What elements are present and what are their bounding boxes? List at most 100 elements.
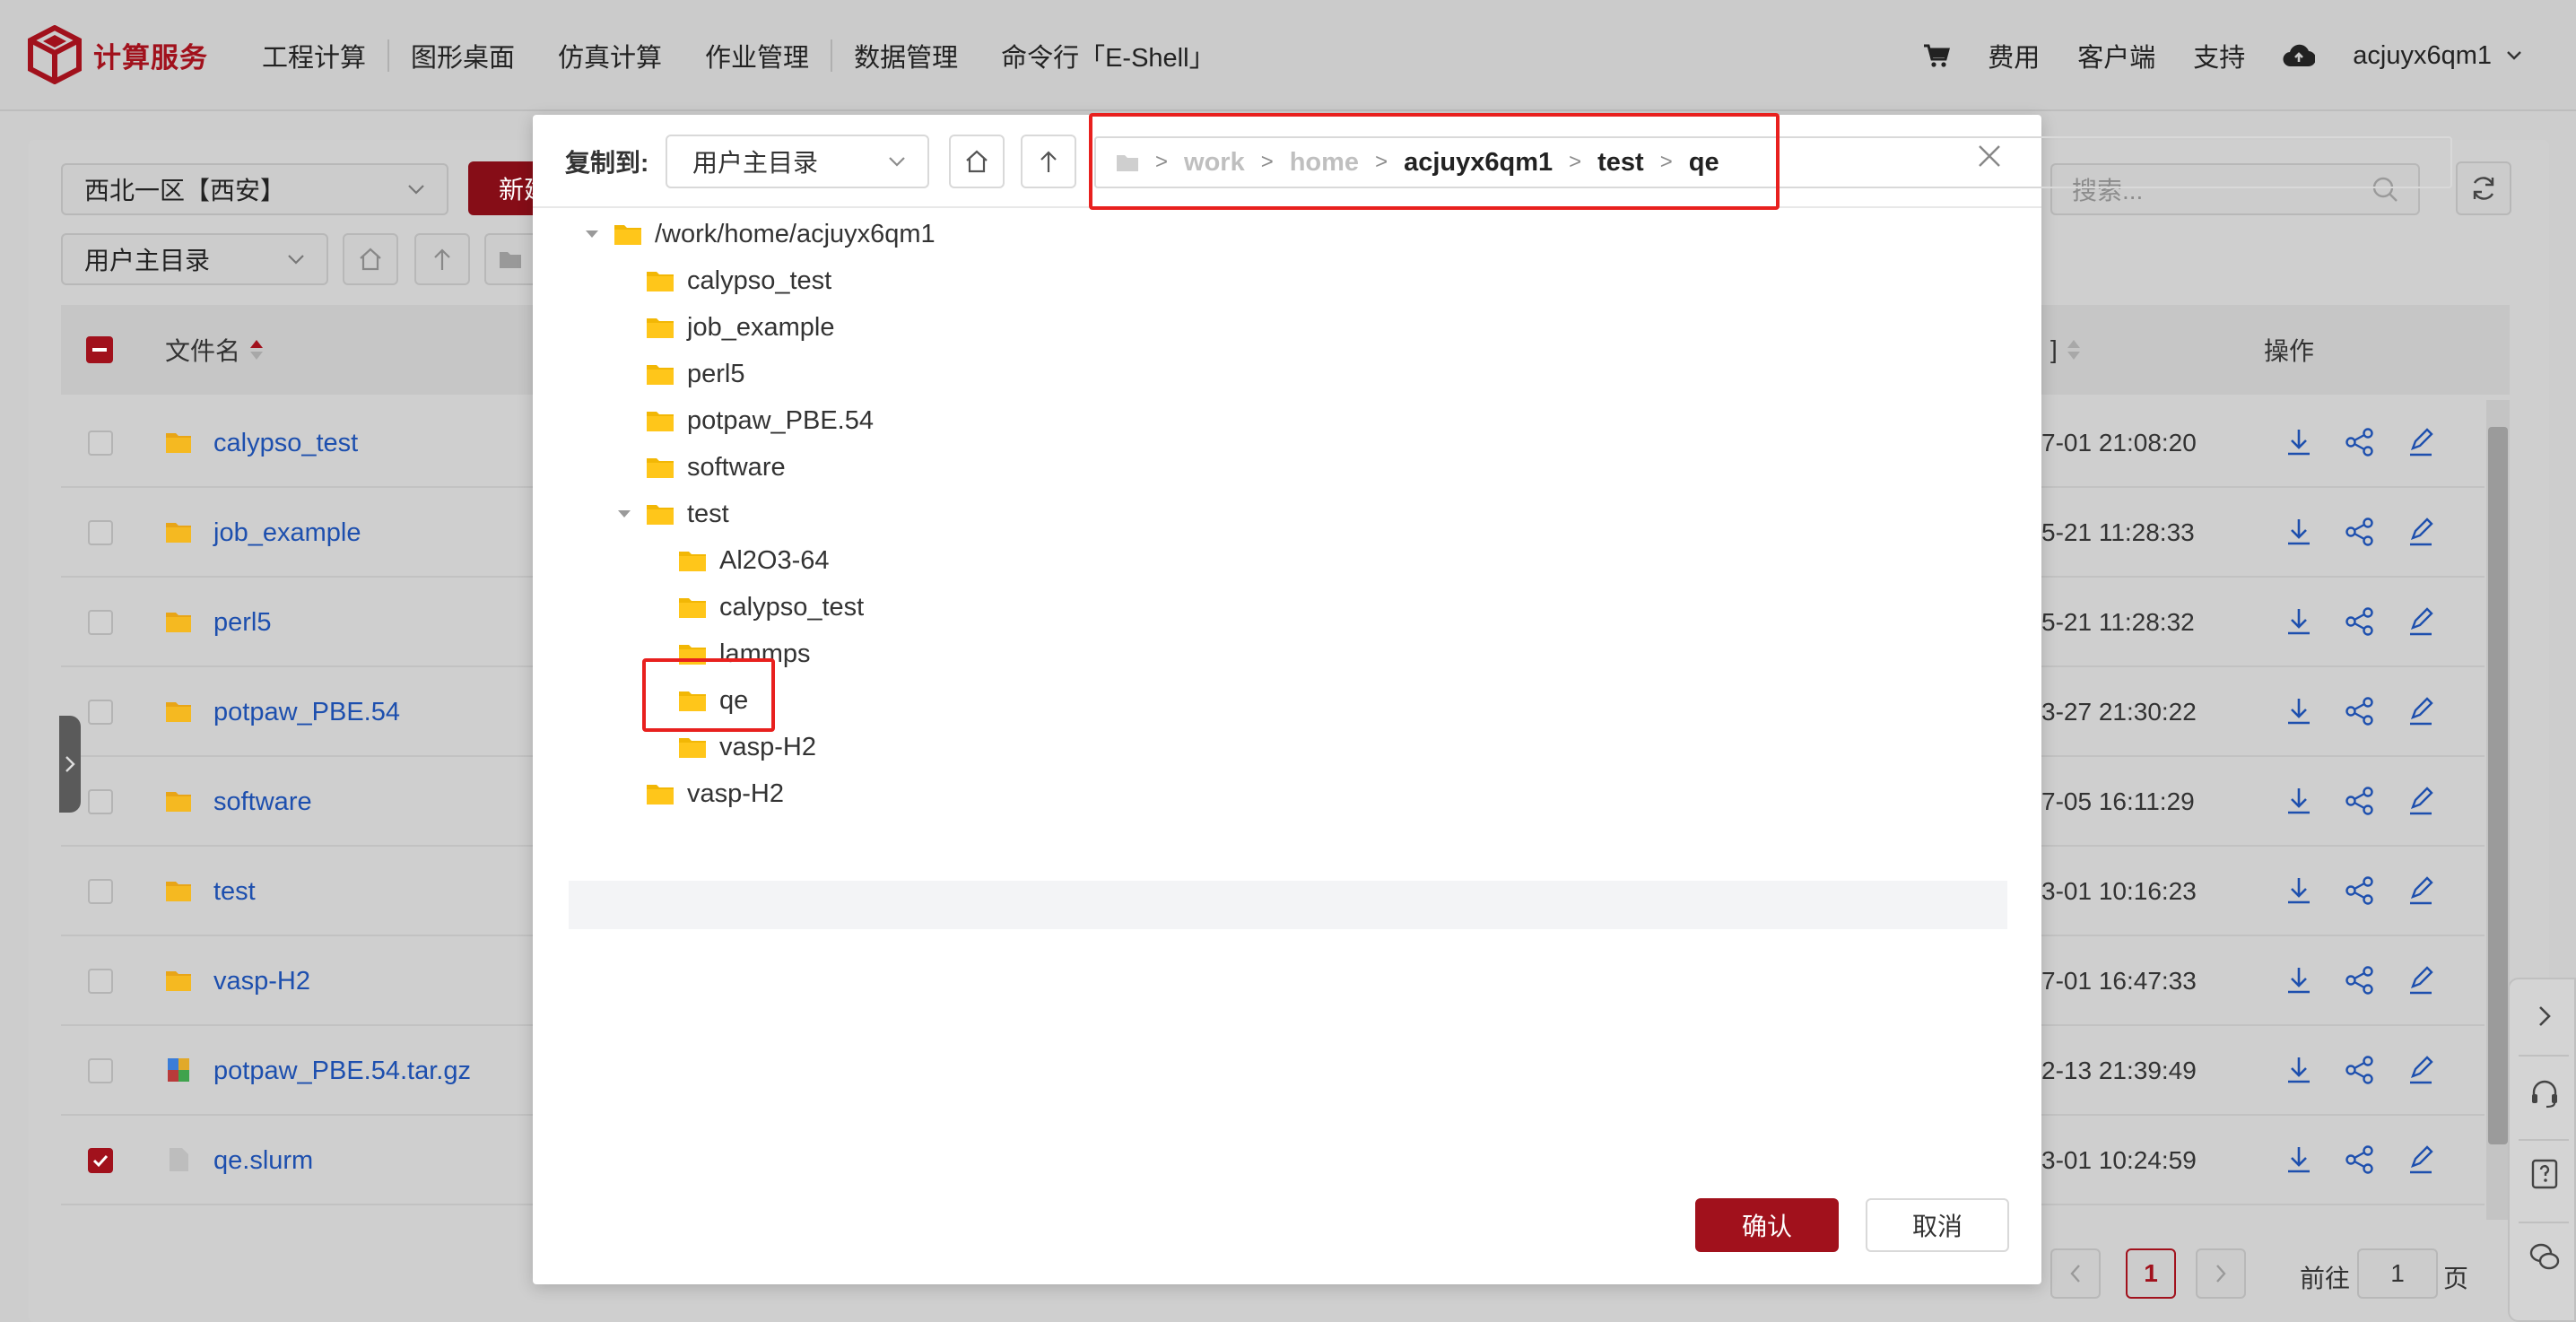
share-icon[interactable]: [2343, 425, 2377, 459]
nav-fee[interactable]: 费用: [1988, 37, 2040, 74]
download-icon[interactable]: [2282, 963, 2316, 997]
tree-folder-vasp-h2[interactable]: vasp-H2: [614, 771, 784, 816]
headset-icon[interactable]: [2528, 1076, 2562, 1110]
share-button[interactable]: [2343, 604, 2377, 639]
nav-desktop[interactable]: 图形桌面: [389, 37, 536, 74]
column-name[interactable]: 文件名: [165, 305, 265, 395]
nav-simulation[interactable]: 仿真计算: [536, 37, 683, 74]
download-icon[interactable]: [2282, 515, 2316, 549]
help-icon[interactable]: [2528, 1157, 2562, 1191]
breadcrumb-work[interactable]: work: [1184, 148, 1245, 178]
edit-icon[interactable]: [2404, 1143, 2438, 1177]
share-icon[interactable]: [2343, 604, 2377, 639]
share-button[interactable]: [2343, 874, 2377, 908]
download-button[interactable]: [2282, 963, 2316, 997]
file-name-link[interactable]: software: [213, 757, 312, 847]
breadcrumb-home[interactable]: home: [1290, 148, 1359, 178]
share-button[interactable]: [2343, 425, 2377, 459]
tree-root[interactable]: /work/home/acjuyx6qm1: [581, 212, 936, 257]
row-checkbox[interactable]: [88, 789, 113, 814]
user-menu[interactable]: acjuyx6qm1: [2353, 41, 2522, 71]
up-button[interactable]: [414, 233, 470, 285]
refresh-button[interactable]: [2456, 161, 2511, 215]
download-button[interactable]: [2282, 425, 2316, 459]
tree-folder-software[interactable]: software: [614, 445, 786, 490]
share-icon[interactable]: [2343, 1143, 2377, 1177]
nav-data[interactable]: 数据管理: [832, 37, 979, 74]
row-checkbox[interactable]: [88, 879, 113, 904]
row-checkbox[interactable]: [88, 1148, 113, 1173]
share-icon[interactable]: [2343, 874, 2377, 908]
share-icon[interactable]: [2343, 515, 2377, 549]
tree-folder-test-vasp-h2[interactable]: vasp-H2: [646, 725, 816, 770]
rename-button[interactable]: [2404, 963, 2438, 997]
dialog-directory-select[interactable]: 用户主目录: [666, 135, 929, 188]
tree-folder-test-lammps[interactable]: lammps: [646, 631, 811, 676]
breadcrumb-user[interactable]: acjuyx6qm1: [1404, 148, 1553, 178]
download-icon[interactable]: [2282, 1143, 2316, 1177]
file-name-link[interactable]: calypso_test: [213, 398, 358, 488]
dialog-breadcrumb[interactable]: > work > home > acjuyx6qm1 > test > qe: [1094, 136, 2452, 188]
rename-button[interactable]: [2404, 874, 2438, 908]
file-name-link[interactable]: job_example: [213, 488, 361, 578]
next-page-button[interactable]: [2196, 1248, 2246, 1299]
page-number-current[interactable]: 1: [2126, 1248, 2176, 1299]
nav-engineering[interactable]: 工程计算: [240, 37, 387, 74]
edit-icon[interactable]: [2404, 515, 2438, 549]
edit-icon[interactable]: [2404, 784, 2438, 818]
file-name-link[interactable]: qe.slurm: [213, 1116, 313, 1205]
wechat-icon[interactable]: [2528, 1239, 2562, 1274]
home-button[interactable]: [343, 233, 398, 285]
share-button[interactable]: [2343, 784, 2377, 818]
breadcrumb-test[interactable]: test: [1597, 148, 1644, 178]
download-button[interactable]: [2282, 515, 2316, 549]
share-button[interactable]: [2343, 1143, 2377, 1177]
rename-button[interactable]: [2404, 515, 2438, 549]
brand-logo[interactable]: 计算服务: [27, 25, 208, 84]
share-button[interactable]: [2343, 515, 2377, 549]
region-select[interactable]: 西北一区【西安】: [61, 163, 448, 215]
directory-select[interactable]: 用户主目录: [61, 233, 328, 285]
sidebar-toggle[interactable]: [59, 716, 81, 813]
file-name-link[interactable]: vasp-H2: [213, 936, 310, 1026]
tree-folder-test-calypso-test[interactable]: calypso_test: [646, 585, 864, 630]
tree-folder-test[interactable]: test: [614, 491, 729, 536]
nav-client[interactable]: 客户端: [2077, 37, 2155, 74]
share-button[interactable]: [2343, 1053, 2377, 1087]
share-icon[interactable]: [2343, 784, 2377, 818]
file-name-link[interactable]: potpaw_PBE.54: [213, 667, 400, 757]
edit-icon[interactable]: [2404, 604, 2438, 639]
download-button[interactable]: [2282, 874, 2316, 908]
tree-folder-potpaw-pbe-54[interactable]: potpaw_PBE.54: [614, 398, 874, 443]
tree-folder-test-qe[interactable]: qe: [646, 678, 748, 723]
download-button[interactable]: [2282, 1143, 2316, 1177]
row-checkbox[interactable]: [88, 700, 113, 725]
download-button[interactable]: [2282, 1053, 2316, 1087]
row-checkbox[interactable]: [88, 431, 113, 456]
share-icon[interactable]: [2343, 1053, 2377, 1087]
cancel-button[interactable]: 取消: [1866, 1198, 2009, 1252]
prev-page-button[interactable]: [2050, 1248, 2101, 1299]
share-button[interactable]: [2343, 694, 2377, 728]
file-name-link[interactable]: potpaw_PBE.54.tar.gz: [213, 1026, 471, 1116]
share-icon[interactable]: [2343, 963, 2377, 997]
chevron-right-icon[interactable]: [2528, 999, 2562, 1033]
cloud-upload-icon[interactable]: [2283, 44, 2316, 67]
edit-icon[interactable]: [2404, 425, 2438, 459]
download-icon[interactable]: [2282, 694, 2316, 728]
row-checkbox[interactable]: [88, 520, 113, 545]
download-icon[interactable]: [2282, 604, 2316, 639]
rename-button[interactable]: [2404, 425, 2438, 459]
rename-button[interactable]: [2404, 1143, 2438, 1177]
download-button[interactable]: [2282, 784, 2316, 818]
file-name-link[interactable]: perl5: [213, 578, 272, 667]
edit-icon[interactable]: [2404, 874, 2438, 908]
dialog-home-button[interactable]: [949, 135, 1005, 188]
file-name-link[interactable]: test: [213, 847, 256, 936]
download-button[interactable]: [2282, 694, 2316, 728]
edit-icon[interactable]: [2404, 963, 2438, 997]
share-icon[interactable]: [2343, 694, 2377, 728]
goto-page-input[interactable]: 1: [2357, 1248, 2438, 1299]
caret-down-icon[interactable]: [585, 230, 599, 239]
cart-icon[interactable]: [1923, 43, 1951, 68]
